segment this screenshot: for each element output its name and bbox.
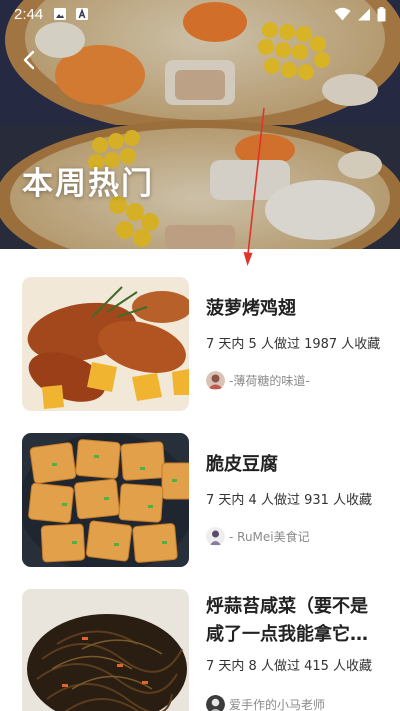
recipe-title[interactable]: 脆皮豆腐	[206, 451, 378, 479]
page-title: 本周热门	[22, 166, 154, 202]
back-arrow-icon	[23, 50, 35, 70]
status-time: 2:44	[14, 5, 44, 23]
status-icons	[334, 6, 386, 22]
recipe-info: 脆皮豆腐 7 天内 4 人做过 931 人收藏 - RuMei美食记	[206, 433, 378, 546]
recipe-author[interactable]: 爱手作的小马老师	[206, 695, 325, 711]
recipe-thumbnail[interactable]	[22, 589, 189, 711]
back-button[interactable]	[12, 42, 48, 78]
author-name: 爱手作的小马老师	[229, 698, 326, 711]
author-name: -薄荷糖的味道-	[229, 374, 310, 388]
signal-icon	[358, 8, 370, 21]
recipe-card-1[interactable]: 菠萝烤鸡翅 7 天内 5 人做过 1987 人收藏 -薄荷糖的味道-	[22, 277, 382, 411]
a-notification-icon	[76, 8, 89, 20]
garlic-scape-pickles-photo	[22, 589, 189, 711]
avatar	[206, 527, 225, 546]
avatar	[206, 695, 225, 711]
recipe-stats: 7 天内 8 人做过 415 人收藏	[206, 659, 373, 674]
wifi-icon	[334, 7, 351, 21]
recipe-author[interactable]: -薄荷糖的味道-	[206, 371, 310, 390]
recipe-stats: 7 天内 5 人做过 1987 人收藏	[206, 337, 381, 352]
hero-banner: 本周热门	[0, 0, 400, 249]
image-notification-icon	[54, 8, 67, 20]
avatar	[206, 371, 225, 390]
recipe-list[interactable]: 菠萝烤鸡翅 7 天内 5 人做过 1987 人收藏 -薄荷糖的味道- 脆皮豆腐 …	[0, 249, 400, 711]
recipe-card-2[interactable]: 脆皮豆腐 7 天内 4 人做过 931 人收藏 - RuMei美食记	[22, 433, 382, 567]
recipe-info: 菠萝烤鸡翅 7 天内 5 人做过 1987 人收藏 -薄荷糖的味道-	[206, 277, 381, 390]
chicken-wings-photo	[22, 277, 189, 411]
recipe-stats: 7 天内 4 人做过 931 人收藏	[206, 493, 373, 508]
status-bar: 2:44	[0, 0, 400, 28]
crispy-tofu-photo	[22, 433, 189, 567]
recipe-author[interactable]: - RuMei美食记	[206, 527, 310, 546]
author-name: - RuMei美食记	[229, 530, 310, 544]
recipe-card-3[interactable]: 烀蒜苔咸菜（要不是咸了一点我能拿它当零食） 7 天内 8 人做过 415 人收藏…	[22, 589, 382, 711]
hero-food-photo	[0, 0, 400, 249]
recipe-thumbnail[interactable]	[22, 277, 189, 411]
recipe-thumbnail[interactable]	[22, 433, 189, 567]
recipe-title[interactable]: 烀蒜苔咸菜（要不是咸了一点我能拿它当零食）	[206, 593, 378, 649]
battery-icon	[377, 6, 386, 21]
recipe-info: 烀蒜苔咸菜（要不是咸了一点我能拿它当零食） 7 天内 8 人做过 415 人收藏…	[206, 589, 378, 711]
recipe-title[interactable]: 菠萝烤鸡翅	[206, 295, 378, 323]
